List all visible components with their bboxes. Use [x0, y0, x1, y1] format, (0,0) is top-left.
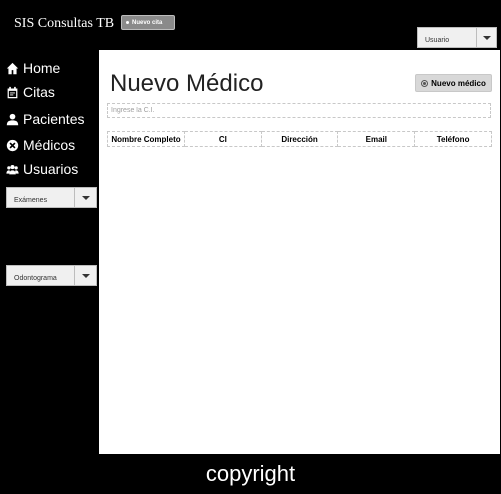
plus-circle-icon	[421, 79, 429, 87]
sidebar-item-home[interactable]: Home	[6, 60, 60, 76]
brand-title[interactable]: SIS Consultas TB	[14, 16, 114, 32]
calendar-icon	[7, 86, 18, 98]
new-medico-button[interactable]: Nuevo médico	[415, 74, 492, 92]
examenes-dropdown-button[interactable]: Exámenes	[6, 187, 75, 208]
sidebar-item-medicos[interactable]: Médicos	[6, 137, 75, 153]
caret-down-icon	[482, 35, 491, 40]
medicos-table: Nombre Completo CI Dirección Email Teléf…	[107, 131, 492, 147]
odontograma-dropdown[interactable]: Odontograma	[6, 265, 97, 286]
column-header-direccion[interactable]: Dirección	[260, 131, 339, 147]
top-bar: SIS Consultas TB Nuevo cita Usuario	[0, 0, 501, 50]
sidebar-item-label: Pacientes	[23, 111, 85, 127]
new-cita-label: Nuevo cita	[132, 19, 163, 26]
odontograma-dropdown-toggle[interactable]	[75, 265, 97, 286]
column-header-nombre[interactable]: Nombre Completo	[107, 131, 185, 147]
column-header-telefono[interactable]: Teléfono	[414, 131, 492, 147]
user-dropdown-button[interactable]: Usuario	[417, 27, 477, 48]
column-header-ci[interactable]: CI	[183, 131, 262, 147]
person-icon	[6, 113, 19, 125]
main-content: Nuevo Médico Nuevo médico Nombre Complet…	[99, 50, 500, 454]
sidebar-item-pacientes[interactable]: Pacientes	[6, 111, 84, 127]
user-dropdown[interactable]: Usuario	[417, 27, 497, 48]
plus-icon	[126, 21, 129, 24]
ci-search-input[interactable]	[107, 103, 491, 118]
new-medico-label: Nuevo médico	[431, 78, 486, 88]
new-cita-button[interactable]: Nuevo cita	[121, 15, 175, 30]
table-header-row: Nombre Completo CI Dirección Email Teléf…	[107, 131, 492, 147]
sidebar-item-citas[interactable]: Citas	[6, 84, 55, 100]
home-icon	[6, 62, 19, 74]
user-dropdown-toggle[interactable]	[477, 27, 497, 48]
column-header-email[interactable]: Email	[337, 131, 416, 147]
caret-down-icon	[81, 273, 90, 278]
examenes-dropdown-toggle[interactable]	[75, 187, 97, 208]
sidebar-item-label: Médicos	[23, 137, 76, 153]
page-title: Nuevo Médico	[110, 70, 264, 97]
copyright-text: copyright	[205, 461, 296, 486]
footer: copyright	[0, 454, 501, 494]
sidebar-item-label: Home	[23, 60, 61, 76]
examenes-dropdown[interactable]: Exámenes	[6, 187, 97, 208]
sidebar-item-label: Citas	[23, 84, 55, 100]
sidebar-item-usuarios[interactable]: Usuarios	[6, 161, 78, 177]
sidebar-item-label: Usuarios	[23, 161, 79, 177]
users-icon	[6, 164, 19, 174]
medical-icon	[6, 139, 19, 151]
caret-down-icon	[81, 195, 90, 200]
odontograma-dropdown-button[interactable]: Odontograma	[6, 265, 75, 286]
sidebar: Home Citas Pacientes Médicos Usuarios Ex…	[0, 50, 99, 454]
